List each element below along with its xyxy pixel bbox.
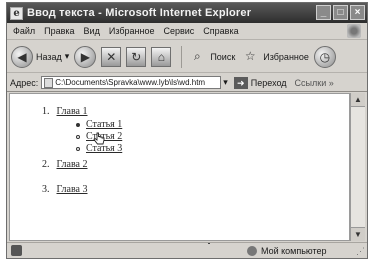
- address-dropdown-icon[interactable]: ▾: [223, 77, 228, 88]
- page-content: 1. Глава 1 Статья 1 Статья 2 Статья 3 2.…: [9, 93, 350, 244]
- search-label: Поиск: [210, 51, 236, 62]
- security-zone: Мой компьютер: [247, 245, 327, 256]
- item-number: 3.: [42, 184, 50, 195]
- scroll-down-icon[interactable]: ▼: [351, 227, 365, 241]
- go-arrow-icon: ➜: [233, 76, 248, 89]
- address-value: C:\Documents\Spravka\www.lyb\ls\wd.htm: [55, 78, 206, 87]
- forward-button[interactable]: ▶: [74, 45, 97, 68]
- toolbar: ◀ Назад ▾ ▶ ✕ ↻ ⌂ ⌕ Поиск ☆ Избранное ◷: [7, 41, 367, 73]
- forward-arrow-icon: ▶: [74, 45, 97, 68]
- menu-help[interactable]: Справка: [203, 26, 238, 36]
- ie-icon: e: [10, 6, 23, 20]
- list-item: 2. Глава 2: [42, 159, 122, 170]
- vertical-scrollbar[interactable]: ▲ ▼: [350, 93, 365, 241]
- history-icon: ◷: [313, 45, 336, 68]
- minimize-button[interactable]: _: [316, 5, 331, 20]
- address-bar: Адрес: C:\Documents\Spravka\www.lyb\ls\w…: [7, 74, 367, 92]
- refresh-button[interactable]: ↻: [126, 46, 147, 67]
- search-icon: ⌕: [193, 48, 201, 63]
- page-status-icon: [11, 245, 22, 256]
- stop-button[interactable]: ✕: [101, 46, 122, 67]
- search-button[interactable]: ⌕ Поиск: [187, 47, 235, 67]
- scroll-up-icon[interactable]: ▲: [351, 93, 365, 107]
- list-item: Статья 1: [76, 119, 122, 131]
- go-label: Переход: [250, 77, 287, 88]
- chapter-link[interactable]: Глава 3: [57, 184, 88, 195]
- article-link[interactable]: Статья 1: [86, 119, 122, 130]
- bullet-icon: [76, 146, 80, 151]
- address-input[interactable]: C:\Documents\Spravka\www.lyb\ls\wd.htm: [41, 76, 222, 89]
- browser-window: e Ввод текста - Microsoft Internet Explo…: [6, 2, 368, 259]
- item-number: 1.: [42, 106, 50, 117]
- chapter-link[interactable]: Глава 2: [57, 159, 88, 170]
- article-list: Статья 1 Статья 2 Статья 3: [42, 119, 122, 155]
- menu-favorites[interactable]: Избранное: [109, 26, 155, 36]
- window-controls: _ □ ×: [316, 5, 365, 20]
- maximize-button[interactable]: □: [333, 5, 348, 20]
- close-button[interactable]: ×: [350, 5, 365, 20]
- window-title: Ввод текста - Microsoft Internet Explore…: [27, 7, 252, 19]
- chapter-link[interactable]: Глава 1: [57, 106, 88, 117]
- page-icon: [44, 77, 54, 88]
- menu-edit[interactable]: Правка: [44, 26, 74, 36]
- windows-logo-icon: [347, 24, 361, 38]
- bullet-icon: [76, 134, 80, 139]
- zone-label: Мой компьютер: [261, 245, 327, 256]
- refresh-icon: ↻: [126, 46, 147, 67]
- chapter-list: 1. Глава 1 Статья 1 Статья 2 Статья 3 2.…: [10, 106, 122, 195]
- toolbar-separator: [181, 45, 183, 68]
- star-icon: ☆: [244, 48, 256, 63]
- menu-bar: Файл Правка Вид Избранное Сервис Справка: [7, 23, 367, 40]
- go-button[interactable]: ➜ Переход: [233, 76, 287, 89]
- history-button[interactable]: ◷: [313, 45, 336, 68]
- menu-tools[interactable]: Сервис: [163, 26, 194, 36]
- favorites-button[interactable]: ☆ Избранное: [240, 47, 309, 67]
- links-button[interactable]: Ссылки »: [295, 78, 334, 88]
- back-button[interactable]: ◀ Назад ▾: [11, 45, 70, 68]
- home-icon: ⌂: [151, 46, 172, 67]
- stop-icon: ✕: [101, 46, 122, 67]
- back-dropdown-icon[interactable]: ▾: [65, 51, 70, 62]
- back-arrow-icon: ◀: [11, 45, 33, 68]
- bullet-icon: [76, 122, 80, 127]
- computer-icon: [247, 245, 257, 256]
- menu-view[interactable]: Вид: [84, 26, 100, 36]
- status-bar: Мой компьютер ⋰: [7, 242, 367, 258]
- hand-cursor-icon: [93, 132, 105, 145]
- menu-file[interactable]: Файл: [13, 26, 35, 36]
- list-item: 3. Глава 3: [42, 184, 122, 195]
- address-label: Адрес:: [10, 77, 39, 88]
- back-label: Назад: [36, 51, 62, 62]
- resize-grip-icon[interactable]: ⋰: [356, 246, 365, 257]
- home-button[interactable]: ⌂: [151, 46, 172, 67]
- item-number: 2.: [42, 159, 50, 170]
- favorites-label: Избранное: [263, 51, 309, 62]
- title-bar: e Ввод текста - Microsoft Internet Explo…: [7, 3, 367, 23]
- list-item: 1. Глава 1 Статья 1 Статья 2 Статья 3: [42, 106, 122, 155]
